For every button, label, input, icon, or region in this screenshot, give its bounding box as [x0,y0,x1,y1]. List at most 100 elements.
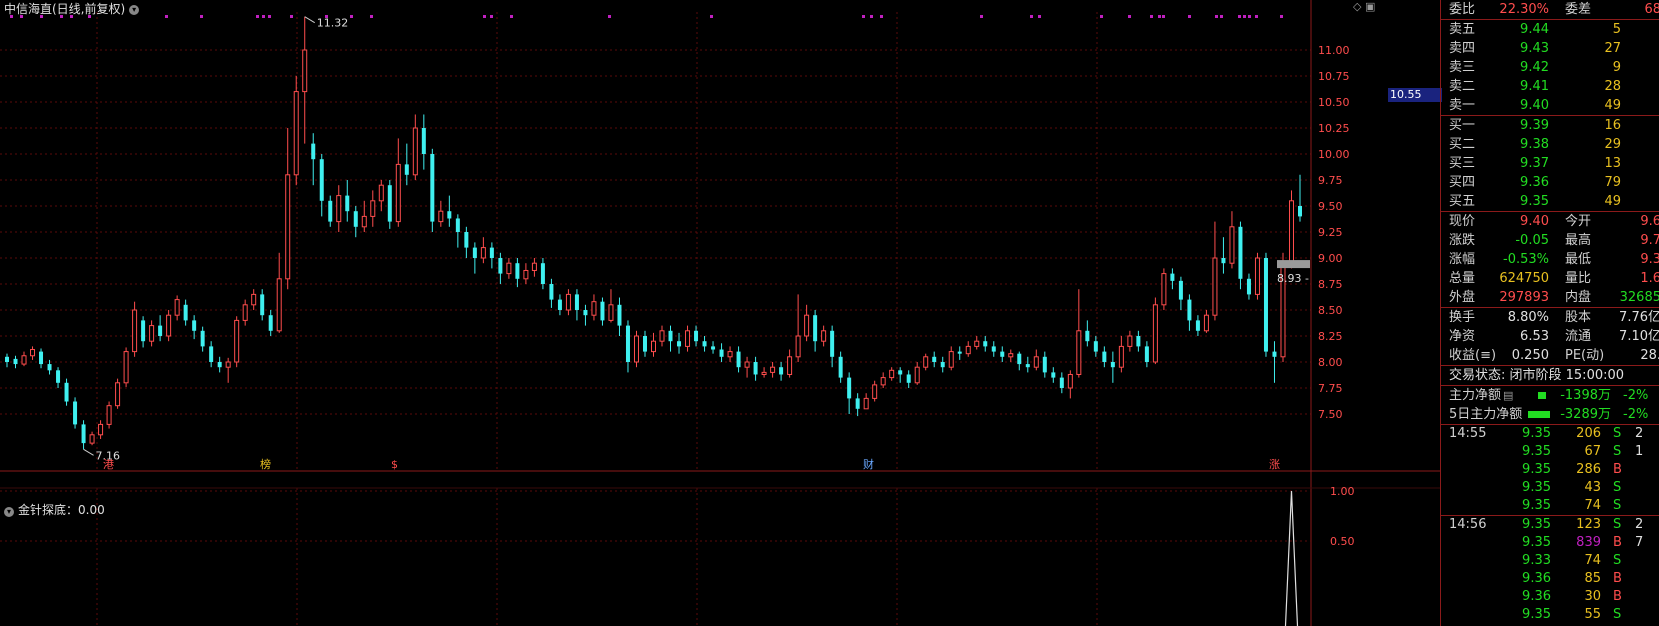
tick-volume: 74 [1584,498,1601,513]
candle-body [166,314,172,337]
sell-order-row[interactable]: 卖五 9.44 5 [1441,20,1659,39]
event-marker [1030,15,1033,18]
price-tick-label: 9.75 [1318,174,1343,187]
stat-label: 股本 [1565,310,1592,325]
chevron-down-icon[interactable]: ▾ [129,4,140,15]
doc-icon[interactable]: ▤ [1503,389,1513,402]
stat-label: 最低 [1565,252,1592,267]
candle-body [1144,346,1149,362]
tick-row[interactable]: 9.35 43 S [1441,479,1659,497]
tick-volume: 286 [1576,462,1601,477]
tick-row[interactable]: 9.35 55 S [1441,606,1659,624]
tick-side: B [1613,535,1622,550]
event-marker [490,15,493,18]
kline-chart-area[interactable]: 11.00 10.75 10.50 10.25 10.00 9.75 9.50 9.25 9.0… [0,0,1442,626]
tick-side: B [1613,571,1622,586]
candle-body [21,355,27,365]
stat-value: 9.7 [1640,233,1659,248]
sell-order-row[interactable]: 卖四 9.43 27 [1441,39,1659,58]
candle-body [480,247,486,259]
candle-body [395,163,401,223]
candle-body [64,382,69,402]
tick-volume: 30 [1584,589,1601,604]
buy-order-volume: 16 [1604,118,1621,133]
candle-body [1051,372,1056,378]
price-tick-label: 10.00 [1318,148,1350,161]
sell-order-row[interactable]: 卖一 9.40 49 [1441,96,1659,115]
tick-row[interactable]: 9.35 839 B 7 [1441,534,1659,552]
sell-order-row[interactable]: 卖三 9.42 9 [1441,58,1659,77]
candle-body [1076,330,1082,375]
window-icon[interactable]: ▣ [1365,0,1375,13]
tick-volume: 839 [1576,535,1601,550]
tick-side: S [1613,444,1622,459]
order-ratio-value: 22.30% [1499,2,1549,17]
sell-order-row[interactable]: 卖二 9.41 28 [1441,77,1659,96]
stat-value: 32685 [1619,290,1659,305]
buy-order-row[interactable]: 买五 9.35 49 [1441,192,1659,211]
flow-value: -1398万 [1560,388,1611,403]
cursor-price-tag: 10.55 [1388,88,1442,102]
sell-order-label: 卖一 [1449,98,1476,113]
candle-body [328,200,333,222]
tick-row[interactable]: 9.35 67 S 1 [1441,443,1659,461]
candle-body [1152,304,1158,363]
candle-body [540,263,545,284]
tick-row[interactable]: 9.36 85 B [1441,570,1659,588]
buy-order-row[interactable]: 买二 9.38 29 [1441,135,1659,154]
candle-body [1203,314,1209,332]
candle-body [438,210,444,223]
event-marker [370,15,373,18]
flow-row[interactable]: 主力净额 ▤ -1398万 -2% [1441,386,1659,405]
sell-order-volume: 28 [1604,79,1621,94]
buy-order-row[interactable]: 买一 9.39 16 [1441,116,1659,135]
chevron-down-icon[interactable]: ▾ [4,507,14,517]
candle-body [1195,320,1200,331]
tick-row[interactable]: 9.35 286 B [1441,461,1659,479]
candle-body [583,310,588,316]
chart-title[interactable]: 中信海直(日线,前复权) ▾ [4,0,140,17]
tick-side: S [1613,517,1622,532]
candle-body [73,401,78,425]
candle-body [1246,278,1251,295]
diamond-icon[interactable]: ◇ [1353,0,1361,13]
sell-order-label: 卖二 [1449,79,1476,94]
sell-order-price: 9.44 [1520,22,1549,37]
tick-price: 9.35 [1522,535,1551,550]
flow-label: 5日主力净额 [1449,407,1523,422]
candle-body [412,127,418,176]
indicator-title[interactable]: ▾ 金针探底：0.00 [4,501,105,518]
candle-body [1118,345,1124,368]
tick-row[interactable]: 14:56 9.35 123 S 2 [1441,516,1659,534]
flow-row[interactable]: 5日主力净额 -3289万 -2% [1441,405,1659,424]
candle-body [1212,257,1218,316]
stat-value: 6.53 [1520,329,1549,344]
tick-volume: 206 [1576,426,1601,441]
candle-body [302,49,308,93]
order-ratio-label: 委比 [1449,2,1476,17]
candle-body [863,397,869,410]
tick-row[interactable]: 9.33 74 S [1441,552,1659,570]
buy-order-row[interactable]: 买三 9.37 13 [1441,154,1659,173]
buy-order-volume: 79 [1604,175,1621,190]
candle-body [523,269,529,280]
kline-chart[interactable]: 11.00 10.75 10.50 10.25 10.00 9.75 9.50 9.25 9.0… [0,0,1440,626]
tick-row[interactable]: 9.35 74 S [1441,497,1659,515]
candle-body [787,356,793,375]
price-tick-label: 8.25 [1318,330,1343,343]
tick-row[interactable]: 9.36 30 B [1441,588,1659,606]
stat-label: 最高 [1565,233,1592,248]
buy-order-price: 9.37 [1520,156,1549,171]
tick-row[interactable]: 14:55 9.35 206 S 2 [1441,425,1659,443]
tick-volume: 55 [1584,607,1601,622]
stat-value: 7.10亿 [1619,329,1659,344]
candle-body [132,309,138,353]
candle-body [813,315,818,342]
candle-body [98,423,104,436]
buy-order-row[interactable]: 买四 9.36 79 [1441,173,1659,192]
candle-body [531,262,537,271]
candle-body [1221,258,1226,264]
event-label: 财 [863,457,874,471]
tick-list[interactable]: 14:55 9.35 206 S 2 9.35 67 S 1 9.35 286 B 9.35 43 S 9.3… [1441,425,1659,624]
stat-label: 量比 [1565,271,1592,286]
